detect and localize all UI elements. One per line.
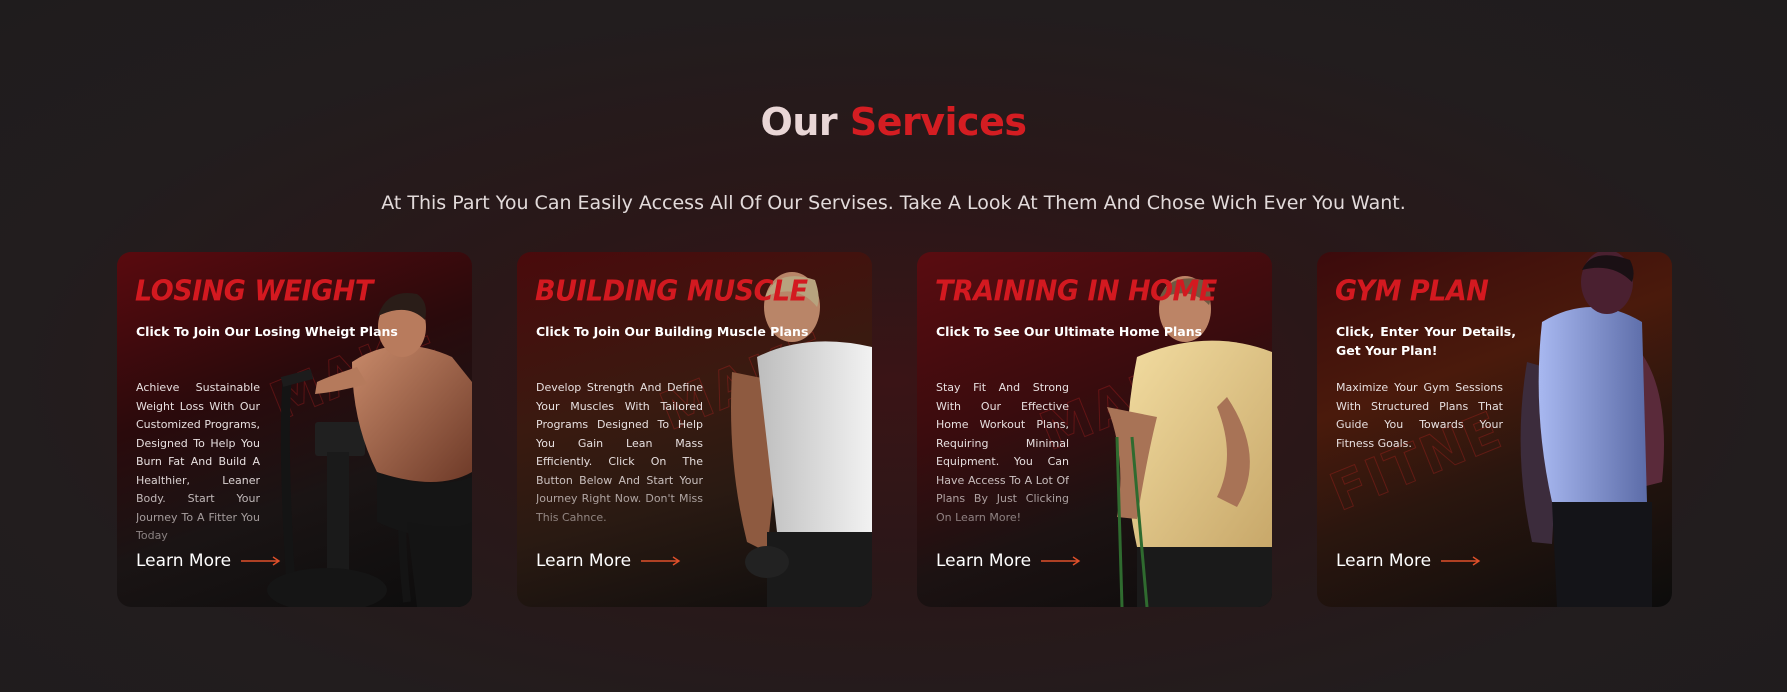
learn-more-link[interactable]: Learn More (136, 551, 281, 571)
man-with-resistance-band-image (1107, 276, 1272, 607)
service-card-gym-plan[interactable]: FITNE GYM PLAN Click, Enter Your Details… (1317, 252, 1672, 607)
arrow-right-icon (641, 551, 681, 571)
learn-more-label: Learn More (536, 551, 632, 571)
card-cta-text: Click, Enter Your Details, Get Your Plan… (1336, 324, 1516, 358)
service-card-training-in-home[interactable]: MAKE TRAINING IN HOME Click To See Our U… (917, 252, 1272, 607)
arrow-right-icon (1441, 551, 1481, 571)
card-cta-text: Click To Join Our Building Muscle Plans (536, 324, 809, 339)
learn-more-label: Learn More (936, 551, 1032, 571)
card-description: Achieve Sustainable Weight Loss With Our… (136, 381, 260, 542)
service-card-building-muscle[interactable]: MAKE BUILDING MUSCLE Click To Join Our B… (517, 252, 872, 607)
learn-more-link[interactable]: Learn More (536, 551, 681, 571)
arrow-right-icon (241, 551, 281, 571)
service-card-losing-weight[interactable]: MAKE LOSING WEIGHT Click To Join Our Los… (117, 252, 472, 607)
learn-more-link[interactable]: Learn More (936, 551, 1081, 571)
card-title: TRAINING IN HOME (935, 275, 1217, 308)
learn-more-link[interactable]: Learn More (1336, 551, 1481, 571)
card-description: Develop Strength And Define Your Muscles… (536, 381, 703, 524)
learn-more-label: Learn More (1336, 551, 1432, 571)
section-title-part2: Services (849, 100, 1027, 144)
section-title: Our Services (0, 100, 1787, 144)
learn-more-label: Learn More (136, 551, 232, 571)
arrow-right-icon (1041, 551, 1081, 571)
man-in-white-tank-top-image (731, 272, 872, 607)
card-title: LOSING WEIGHT (135, 275, 373, 308)
card-description: Stay Fit And Strong With Our Effective H… (936, 381, 1069, 524)
card-title: GYM PLAN (1335, 275, 1489, 308)
card-title: BUILDING MUSCLE (535, 275, 808, 308)
card-cta-text: Click To See Our Ultimate Home Plans (936, 324, 1203, 339)
card-cta-text: Click To Join Our Losing Wheigt Plans (136, 324, 398, 339)
card-description: Maximize Your Gym Sessions With Structur… (1336, 381, 1503, 450)
section-subtitle: At This Part You Can Easily Access All O… (381, 192, 1406, 214)
section-title-part1: Our (760, 100, 838, 144)
man-in-blue-tank-top-image (1520, 252, 1664, 607)
